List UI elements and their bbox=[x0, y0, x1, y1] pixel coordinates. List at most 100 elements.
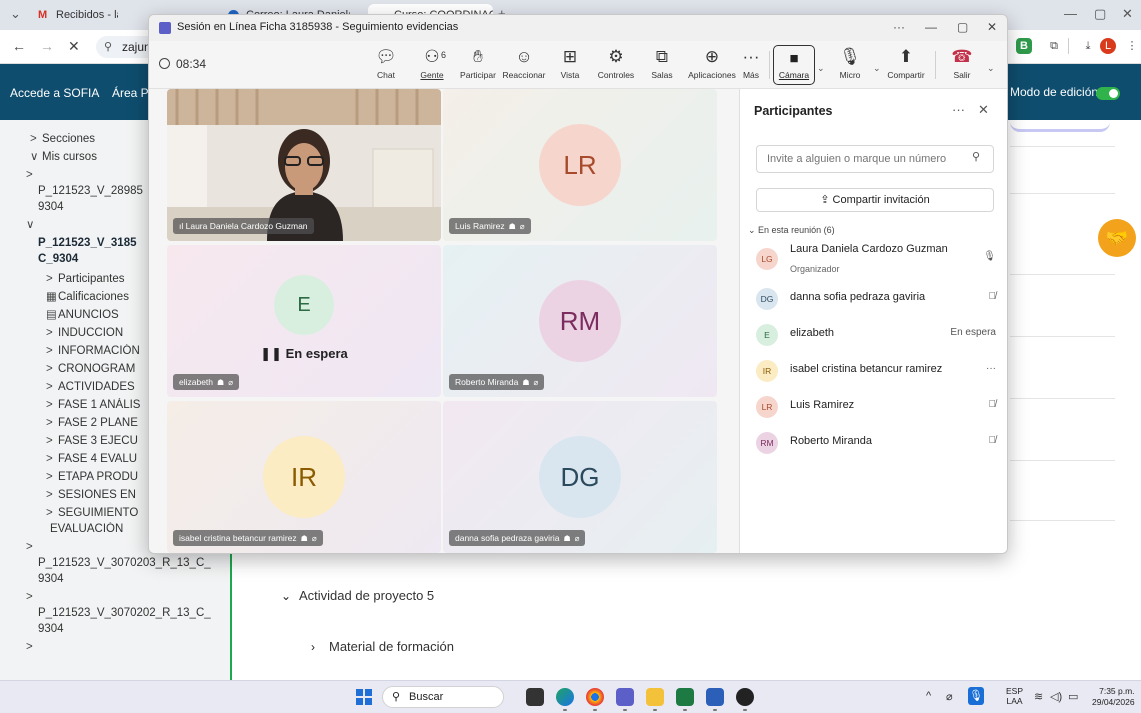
chat-button[interactable]: 💬︎ Chat bbox=[363, 47, 409, 80]
video-tile-luis[interactable]: LR Luis Ramirez ☗ ⌀ bbox=[443, 89, 717, 241]
search-icon[interactable]: ⚲ bbox=[972, 150, 980, 163]
tray-overflow-icon[interactable]: ^ bbox=[926, 690, 931, 702]
stop-icon[interactable]: ✕ bbox=[68, 38, 80, 55]
microphone-in-use-icon[interactable]: 🎙︎ bbox=[968, 687, 984, 705]
window-close-icon[interactable]: ✕ bbox=[987, 20, 997, 34]
avatar: DG bbox=[756, 288, 778, 310]
mic-button[interactable]: 🎙︎ Micro bbox=[827, 47, 873, 80]
mic-off-icon: ⌀ bbox=[533, 378, 539, 387]
course-index-item[interactable]: 9304 bbox=[26, 622, 216, 637]
help-handshake-icon[interactable]: 🤝 bbox=[1098, 219, 1136, 257]
course-index-item[interactable]: > bbox=[26, 640, 216, 655]
more-button[interactable]: ··· Más bbox=[731, 47, 771, 80]
participant-row[interactable]: LR Luis Ramirez 🎙̸ bbox=[740, 389, 1007, 423]
window-minimize-icon[interactable]: — bbox=[925, 20, 937, 34]
video-tile-isabel[interactable]: IR isabel cristina betancur ramirez ☗ ⌀ bbox=[167, 401, 441, 553]
course-index-item[interactable]: 9304 bbox=[26, 572, 216, 587]
tile-name-tag: isabel cristina betancur ramirez ☗ ⌀ bbox=[173, 530, 323, 546]
excel-icon[interactable] bbox=[676, 688, 694, 711]
gmail-icon: M bbox=[38, 9, 48, 21]
view-button[interactable]: ⊞ Vista bbox=[547, 47, 593, 80]
divider bbox=[1010, 460, 1115, 461]
maximize-icon[interactable]: ▢ bbox=[1094, 6, 1106, 22]
people-button[interactable]: ⚇ 6 Gente bbox=[409, 47, 455, 80]
toolbar-divider bbox=[769, 51, 770, 79]
video-tile-elizabeth[interactable]: E ❚❚ En espera elizabeth ☗ ⌀ bbox=[167, 245, 441, 397]
panel-close-icon[interactable]: ✕ bbox=[978, 102, 989, 118]
task-view-icon[interactable] bbox=[526, 688, 544, 706]
controls-button[interactable]: ⚙ Controles bbox=[593, 47, 639, 80]
invite-input[interactable] bbox=[756, 145, 994, 173]
course-index-item[interactable]: > bbox=[26, 590, 216, 605]
participant-row[interactable]: LG Laura Daniela Cardozo Guzman Organizado… bbox=[740, 241, 1007, 275]
close-icon[interactable]: ✕ bbox=[1122, 6, 1133, 22]
edge-icon[interactable] bbox=[556, 688, 574, 711]
minimize-icon[interactable]: — bbox=[1064, 6, 1077, 21]
app-icon[interactable] bbox=[736, 688, 754, 711]
section-material[interactable]: › Material de formación bbox=[311, 639, 454, 654]
course-index-label: P_121523_V_28985 bbox=[38, 185, 143, 197]
panel-more-icon[interactable]: ··· bbox=[952, 102, 965, 117]
chevron-right-icon: > bbox=[26, 169, 33, 181]
word-icon[interactable] bbox=[706, 688, 724, 711]
section-activity-5[interactable]: ⌄ Actividad de proyecto 5 bbox=[281, 588, 434, 603]
in-meeting-group[interactable]: ⌄ En esta reunión (6) bbox=[748, 225, 835, 236]
window-more-icon[interactable]: ··· bbox=[893, 20, 905, 34]
divider bbox=[1010, 274, 1115, 275]
course-index-item[interactable]: P_121523_V_3070202_R_13_C_ bbox=[26, 606, 216, 621]
camera-button[interactable]: ■ Cámara bbox=[773, 45, 815, 85]
raise-hand-button[interactable]: ✋︎ Participar bbox=[455, 47, 501, 80]
start-button[interactable] bbox=[356, 689, 372, 705]
share-button[interactable]: ⬆ Compartir bbox=[883, 47, 929, 80]
nav-link-sofia[interactable]: Accede a SOFIA bbox=[10, 86, 99, 100]
leave-options-chevron-icon[interactable]: ⌄ bbox=[987, 63, 995, 74]
mic-off-icon: ⌀ bbox=[574, 534, 580, 543]
guest-icon: ☗ bbox=[300, 534, 308, 543]
participant-row[interactable]: Eelizabeth En espera bbox=[740, 317, 1007, 351]
language-indicator[interactable]: ESP LAA bbox=[1006, 686, 1023, 706]
download-icon[interactable]: ⤓ bbox=[1080, 38, 1096, 54]
extensions-puzzle-icon[interactable]: ⧉ bbox=[1046, 38, 1062, 54]
participant-row[interactable]: IR isabel cristina betancur ramirez ··· bbox=[740, 353, 1007, 387]
window-maximize-icon[interactable]: ▢ bbox=[957, 20, 968, 34]
tab-list-icon[interactable]: ⌄ bbox=[10, 6, 21, 22]
file-explorer-icon[interactable] bbox=[646, 688, 664, 711]
back-icon[interactable]: ← bbox=[12, 38, 26, 54]
video-tile-roberto[interactable]: RM Roberto Miranda ☗ ⌀ bbox=[443, 245, 717, 397]
forward-icon[interactable]: → bbox=[40, 38, 54, 54]
site-info-icon[interactable]: ⚲ bbox=[104, 36, 112, 58]
teams-title-bar: Sesión en Línea Ficha 3185938 - Seguimie… bbox=[149, 15, 1007, 41]
course-index-item[interactable]: P_121523_V_3070203_R_13_C_ bbox=[26, 556, 216, 571]
leave-button[interactable]: ☎︎ Salir bbox=[939, 47, 985, 80]
extension-icon[interactable]: B bbox=[1016, 38, 1032, 54]
chevron-right-icon: > bbox=[46, 507, 53, 519]
chevron-right-icon: > bbox=[46, 273, 53, 285]
react-button[interactable]: ☺ Reaccionar bbox=[501, 47, 547, 80]
camera-options-chevron-icon[interactable]: ⌄ bbox=[817, 63, 825, 74]
share-invite-button[interactable]: ⇪ Compartir invitación bbox=[756, 188, 994, 212]
avatar: LG bbox=[756, 248, 778, 270]
video-tile-laura[interactable]: ıl Laura Daniela Cardozo Guzman bbox=[167, 89, 441, 241]
profile-avatar[interactable]: L bbox=[1100, 38, 1116, 54]
browser-menu-icon[interactable]: ⋮ bbox=[1124, 38, 1140, 54]
participant-row[interactable]: DG danna sofia pedraza gaviria 🎙̸ bbox=[740, 281, 1007, 315]
notification-off-icon[interactable]: ⌀ bbox=[946, 690, 953, 703]
course-index-label: ANUNCIOS bbox=[58, 309, 119, 321]
rooms-button[interactable]: ⧉ Salas bbox=[639, 47, 685, 80]
mic-options-chevron-icon[interactable]: ⌄ bbox=[873, 63, 881, 74]
meeting-title: Sesión en Línea Ficha 3185938 - Seguimie… bbox=[177, 21, 459, 33]
wifi-icon[interactable]: ≋ bbox=[1034, 690, 1043, 703]
battery-icon[interactable]: ▭ bbox=[1068, 690, 1078, 703]
taskbar-search[interactable]: ⚲ Buscar bbox=[382, 686, 504, 708]
chrome-icon[interactable] bbox=[586, 688, 604, 711]
browser-tab-gmail[interactable]: M Recibidos - laurad.cardozo3@... bbox=[30, 4, 118, 28]
volume-icon[interactable]: ◁) bbox=[1050, 690, 1062, 703]
divider bbox=[1010, 193, 1115, 194]
more-options-icon[interactable]: ··· bbox=[986, 363, 996, 374]
teams-icon[interactable] bbox=[616, 688, 634, 711]
video-tile-danna[interactable]: DG danna sofia pedraza gaviria ☗ ⌀ bbox=[443, 401, 717, 553]
system-clock[interactable]: 7:35 p.m. 29/04/2026 bbox=[1092, 686, 1135, 708]
participant-row[interactable]: RM Roberto Miranda 🎙̸ bbox=[740, 425, 1007, 459]
chevron-down-icon: ∨ bbox=[26, 219, 35, 231]
edit-mode-toggle[interactable] bbox=[1096, 87, 1120, 100]
